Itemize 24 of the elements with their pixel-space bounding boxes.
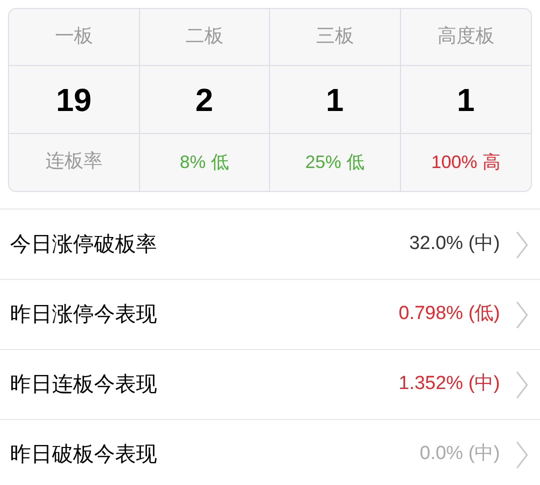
chevron-right-icon	[516, 440, 528, 468]
rate-value: 100% 高	[431, 151, 500, 174]
count-value: 1	[326, 80, 344, 120]
row-title: 今日涨停破板率	[10, 232, 157, 258]
count-value: 1	[456, 80, 475, 120]
row-title: 昨日破板今表现	[10, 442, 157, 468]
count-value: 19	[56, 80, 92, 120]
rate-value: 25% 低	[305, 151, 364, 174]
row-value: 32.0% (中)	[409, 232, 500, 256]
row-title: 昨日连板今表现	[10, 372, 157, 398]
row-value: 0.798% (低)	[398, 302, 500, 326]
chevron-right-icon	[516, 370, 528, 398]
row-value: 1.352% (中)	[398, 372, 500, 396]
column-header: 高度板	[437, 24, 494, 49]
row-label: 连板率	[45, 150, 102, 174]
chevron-right-icon	[516, 230, 528, 258]
column-header: 一板	[54, 24, 93, 49]
row-title: 昨日涨停今表现	[10, 302, 157, 328]
chevron-right-icon	[516, 300, 528, 328]
column-header: 三板	[316, 24, 354, 49]
count-value: 2	[195, 80, 214, 120]
column-header: 二板	[185, 24, 224, 49]
rate-value: 8% 低	[180, 151, 229, 174]
row-value: 0.0% (中)	[420, 442, 500, 466]
